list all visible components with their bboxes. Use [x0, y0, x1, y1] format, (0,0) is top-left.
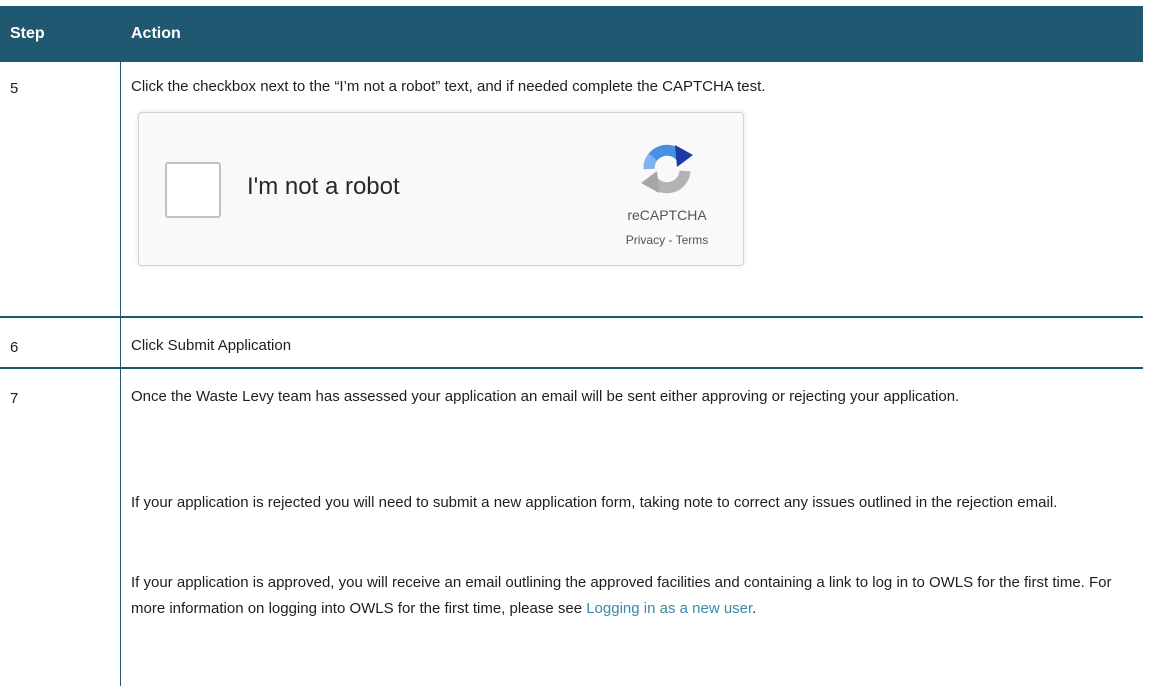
row-divider	[0, 316, 1143, 318]
step-number: 5	[10, 80, 19, 97]
table-header: Step Action	[0, 6, 1143, 62]
step-paragraph-approved: If your application is approved, you wil…	[131, 570, 1136, 622]
row-divider	[0, 367, 1143, 369]
recaptcha-legal-links: Privacy - Terms	[589, 233, 745, 247]
link-suffix: .	[752, 600, 757, 617]
recaptcha-logo-icon	[641, 144, 693, 194]
header-step: Step	[10, 25, 45, 42]
step-paragraph-assessed: Once the Waste Levy team has assessed yo…	[131, 388, 960, 405]
logging-in-new-user-link[interactable]: Logging in as a new user	[586, 600, 752, 617]
terms-link[interactable]: Terms	[676, 233, 709, 247]
privacy-link[interactable]: Privacy	[626, 233, 665, 247]
step-paragraph-rejected: If your application is rejected you will…	[131, 494, 1058, 511]
recaptcha-brand: reCAPTCHA	[627, 207, 707, 223]
not-robot-checkbox[interactable]	[165, 162, 221, 218]
legal-separator: -	[665, 233, 676, 247]
not-robot-label: I'm not a robot	[247, 173, 400, 200]
step-number: 6	[10, 339, 19, 356]
header-action: Action	[131, 25, 181, 42]
step-action-text: Click the checkbox next to the “I’m not …	[131, 78, 766, 95]
step-number: 7	[10, 390, 19, 407]
recaptcha-widget: I'm not a robot reCAPTCHA Privacy - Term…	[138, 112, 744, 266]
step-action-text: Click Submit Application	[131, 337, 292, 354]
column-divider	[120, 62, 121, 686]
